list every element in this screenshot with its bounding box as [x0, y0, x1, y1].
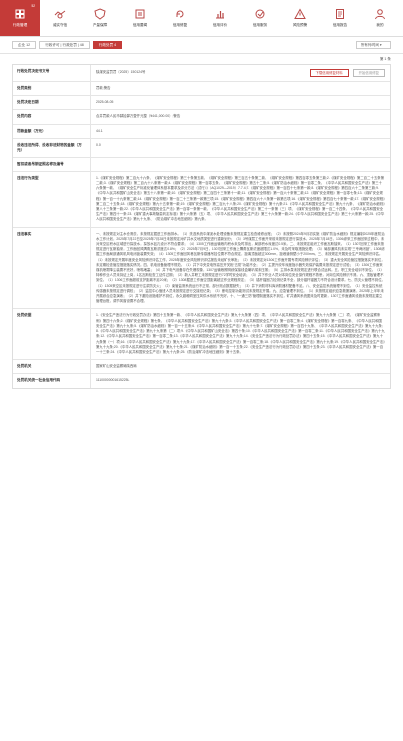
refresh-icon	[174, 8, 186, 20]
row-label: 罚款金额（万元）	[13, 124, 91, 138]
detail-row: 罚款金额（万元） 44.1	[13, 124, 390, 139]
sub-tab-bar: 企业 12 行政许可 | 行政处罚 | 48 行政处罚 4 所有列/时间 ▾	[0, 37, 403, 54]
nav-label: 信用服务	[252, 23, 268, 27]
warning-icon	[294, 8, 306, 20]
row-value: 44.1	[96, 128, 103, 133]
row-value: 1.《煤矿安全规程》第二百九十六条、《煤矿安全规程》第三十条第五款、《煤矿安全规…	[96, 175, 385, 222]
penalty-detail-table: 行政处罚决定书文号 陕煤安监罚罚〔2025〕150124号 下载信用修复材料 开始信用…	[12, 64, 391, 389]
row-value: 罚款;警告	[96, 86, 111, 90]
nav-item-3[interactable]: 产量保障	[80, 0, 120, 36]
row-label: 处罚内容	[13, 110, 91, 124]
row-value	[91, 158, 390, 171]
record-pager: 第 1 条	[379, 57, 391, 61]
row-label: 没收违法所得、没收非法财物的金额（万元）	[13, 138, 91, 157]
row-value: 陕煤安监罚罚〔2025〕150124号	[96, 70, 146, 75]
nav-item-7[interactable]: 信用服务	[240, 0, 280, 36]
row-label: 处罚机关统一社会信用代码	[13, 374, 91, 388]
row-label: 处罚决定日期	[13, 96, 91, 110]
nav-label: 行政管理	[12, 23, 28, 27]
row-label: 暂扣或者吊销证照名称及编号	[13, 157, 91, 171]
detail-row: 处罚依据 1.《安全生产违法行为行政处罚办法》第四十五条第一款、《中华人民共和国安…	[13, 309, 390, 361]
detail-row: 处罚机关统一社会信用代码 11100000001615225L	[13, 374, 390, 388]
row-label: 处罚机关	[13, 360, 91, 374]
nav-label: 信用报告	[332, 23, 348, 27]
home-grid-icon	[14, 8, 26, 20]
detail-row: 没收违法所得、没收非法财物的金额（万元） 0.0	[13, 138, 390, 158]
subtab-1[interactable]: 企业 12	[12, 41, 37, 49]
detail-row: 处罚决定日期 2025-08-05	[13, 96, 390, 111]
chart-icon	[214, 8, 226, 20]
row-value: 国家矿山安全监察局陕西局	[96, 364, 137, 369]
row-label: 违法事实	[13, 227, 91, 309]
detail-row: 违法行为类型 1.《煤矿安全规程》第二百九十六条、《煤矿安全规程》第三十条第五款、…	[13, 171, 390, 228]
detail-row: 暂扣或者吊销证照名称及编号	[13, 157, 390, 172]
nav-item-1[interactable]: 行政管理 52	[0, 0, 40, 36]
nav-label: 我的	[376, 23, 384, 27]
nav-item-5[interactable]: 信用修复	[160, 0, 200, 36]
action-buttons: 下载信用修复材料 开始信用修复	[309, 69, 385, 77]
nav-item-10[interactable]: 我的	[360, 0, 400, 36]
news-icon	[134, 8, 146, 20]
detail-row: 行政处罚决定书文号 陕煤安监罚罚〔2025〕150124号 下载信用修复材料 开始信用…	[13, 65, 390, 82]
nav-label: 信用修复	[172, 23, 188, 27]
row-label: 处罚类别	[13, 82, 91, 96]
nav-label: 信用要闻	[132, 23, 148, 27]
nav-item-6[interactable]: 信用评价	[200, 0, 240, 36]
report-icon	[334, 8, 346, 20]
row-label: 处罚依据	[13, 309, 91, 360]
service-icon	[254, 8, 266, 20]
nav-item-4[interactable]: 信用要闻	[120, 0, 160, 36]
row-value: 一、未按规定对主水仓清淤，未按规定掘进工作面排水。（1）洗选系统中煤泥水处理设备…	[96, 231, 385, 304]
start-credit-repair-button[interactable]: 开始信用修复	[352, 69, 385, 77]
row-label: 行政处罚决定书文号	[13, 65, 91, 81]
detail-row: 处罚内容 合并罚款人民币肆拾肆万壹仟元整（¥441,000.00）;警告	[13, 110, 390, 125]
subtab-2[interactable]: 行政许可 | 行政处罚 | 48	[39, 41, 90, 49]
detail-row: 处罚类别 罚款;警告	[13, 82, 390, 97]
row-value: 11100000001615225L	[96, 378, 130, 383]
shield-icon	[94, 8, 106, 20]
row-value-container: 陕煤安监罚罚〔2025〕150124号 下载信用修复材料 开始信用修复	[91, 65, 390, 81]
row-value: 2025-08-05	[96, 100, 114, 105]
nav-label: 信用评价	[212, 23, 228, 27]
row-value: 1.《安全生产违法行为行政处罚办法》第四十五条第一款、《中华人民共和国安全生产法…	[96, 313, 385, 354]
handshake-icon	[54, 8, 66, 20]
nav-item-9[interactable]: 信用报告	[320, 0, 360, 36]
nav-badge: 52	[31, 4, 35, 8]
detail-row: 处罚机关 国家矿山安全监察局陕西局	[13, 360, 390, 375]
subtab-3[interactable]: 行政处罚 4	[92, 41, 123, 49]
nav-label: 风险预警	[292, 23, 308, 27]
row-label: 违法行为类型	[13, 171, 91, 227]
nav-label: 产量保障	[92, 23, 108, 27]
download-repair-material-button[interactable]: 下载信用修复材料	[309, 69, 349, 77]
nav-item-8[interactable]: 风险预警	[280, 0, 320, 36]
nav-item-2[interactable]: 诚实守信	[40, 0, 80, 36]
user-icon	[374, 8, 386, 20]
nav-label: 诚实守信	[52, 23, 68, 27]
row-value: 合并罚款人民币肆拾肆万壹仟元整（¥441,000.00）;警告	[96, 114, 181, 119]
detail-row: 违法事实 一、未按规定对主水仓清淤，未按规定掘进工作面排水。（1）洗选系统中煤泥水…	[13, 227, 390, 310]
top-navigation: 行政管理 52 诚实守信 产量保障 信用要闻 信用修复 信用评价 信用服务 风险预警 信用报告 我的	[0, 0, 403, 37]
row-value: 0.0	[96, 142, 101, 147]
row-filter-dropdown[interactable]: 所有列/时间 ▾	[356, 41, 391, 49]
